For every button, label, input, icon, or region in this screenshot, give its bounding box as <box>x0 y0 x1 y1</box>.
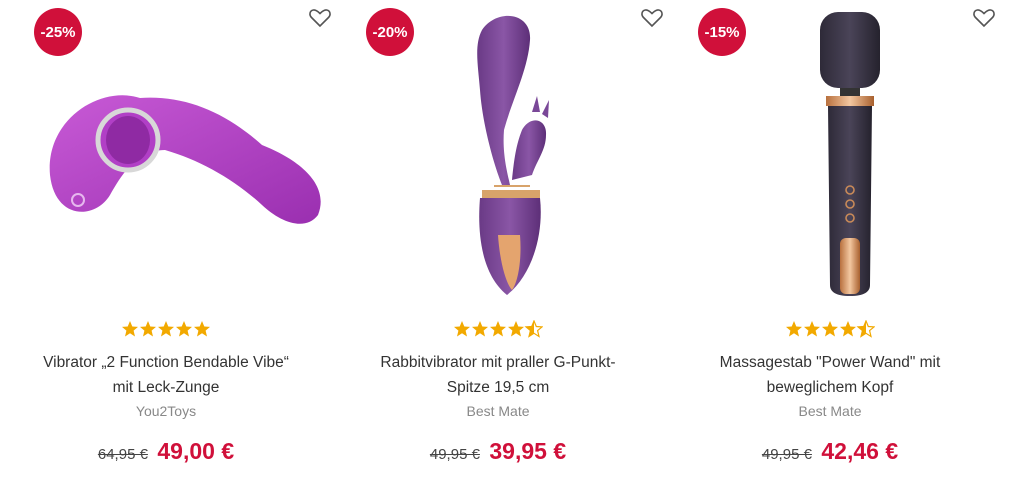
heart-icon[interactable] <box>640 6 664 30</box>
product-title-line: Vibrator „2 Function Bendable Vibe“ <box>43 354 289 371</box>
old-price: 49,95 € <box>761 446 812 463</box>
product-card[interactable]: -15% Massagestab "Power Wand" mit bewegl… <box>664 0 996 482</box>
product-brand: You2Toys <box>135 403 197 419</box>
product-grid: -25% Vibrator „2 Function Bendable Vibe“… <box>0 0 1024 482</box>
price-row: 49,95 € 42,46 € <box>664 438 996 465</box>
sale-price: 42,46 € <box>821 438 899 464</box>
product-title[interactable]: Rabbitvibrator mit praller G-Punkt- Spit… <box>348 350 648 400</box>
product-title-line: Rabbitvibrator mit praller G-Punkt- <box>380 354 616 371</box>
product-title-line: beweglichem Kopf <box>766 379 894 396</box>
heart-icon[interactable] <box>308 6 332 30</box>
discount-badge: -15% <box>698 8 746 56</box>
product-brand: Best Mate <box>798 403 862 419</box>
rating-stars <box>332 320 664 343</box>
rating-stars <box>0 320 332 343</box>
product-card[interactable]: -20% Rabbitvibrator mit praller G-Punkt-… <box>332 0 664 482</box>
sale-price: 39,95 € <box>489 438 567 464</box>
old-price: 64,95 € <box>97 446 148 463</box>
product-title[interactable]: Vibrator „2 Function Bendable Vibe“ mit … <box>16 350 316 400</box>
rating-stars <box>664 320 996 343</box>
product-title-line: Spitze 19,5 cm <box>446 379 550 396</box>
sale-price: 49,00 € <box>157 438 235 464</box>
product-title-line: Massagestab "Power Wand" mit <box>719 354 941 371</box>
product-card[interactable]: -25% Vibrator „2 Function Bendable Vibe“… <box>0 0 332 482</box>
price-row: 64,95 € 49,00 € <box>0 438 332 465</box>
product-brand: Best Mate <box>466 403 530 419</box>
discount-badge: -25% <box>34 8 82 56</box>
product-title-line: mit Leck-Zunge <box>112 379 220 396</box>
price-row: 49,95 € 39,95 € <box>332 438 664 465</box>
discount-badge: -20% <box>366 8 414 56</box>
product-title[interactable]: Massagestab "Power Wand" mit beweglichem… <box>680 350 980 400</box>
heart-icon[interactable] <box>972 6 996 30</box>
old-price: 49,95 € <box>429 446 480 463</box>
